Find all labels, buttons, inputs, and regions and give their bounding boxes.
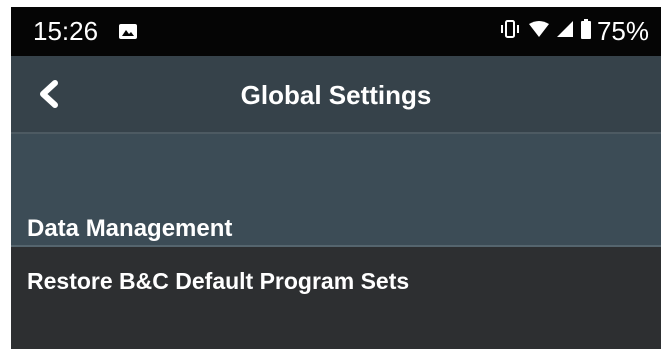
list-item-label: Restore B&C Default Program Sets [27, 268, 410, 294]
status-time: 15:26 [33, 16, 99, 46]
status-bar: 15:26 75% [11, 7, 661, 56]
vibrate-icon [499, 19, 521, 43]
battery-icon [580, 18, 591, 44]
section-title: Data Management [27, 215, 233, 242]
app-bar: Global Settings [11, 56, 661, 134]
signal-icon [556, 20, 573, 42]
status-icons: 75% [499, 16, 649, 46]
page-title: Global Settings [240, 80, 432, 110]
image-icon [119, 24, 137, 39]
screen: 15:26 75% Global Settings Data Managemen… [11, 7, 661, 349]
restore-defaults-item[interactable]: Restore B&C Default Program Sets [11, 247, 661, 317]
battery-percent: 75% [596, 16, 649, 46]
section-header: Data Management [11, 134, 661, 247]
wifi-icon [528, 20, 549, 42]
